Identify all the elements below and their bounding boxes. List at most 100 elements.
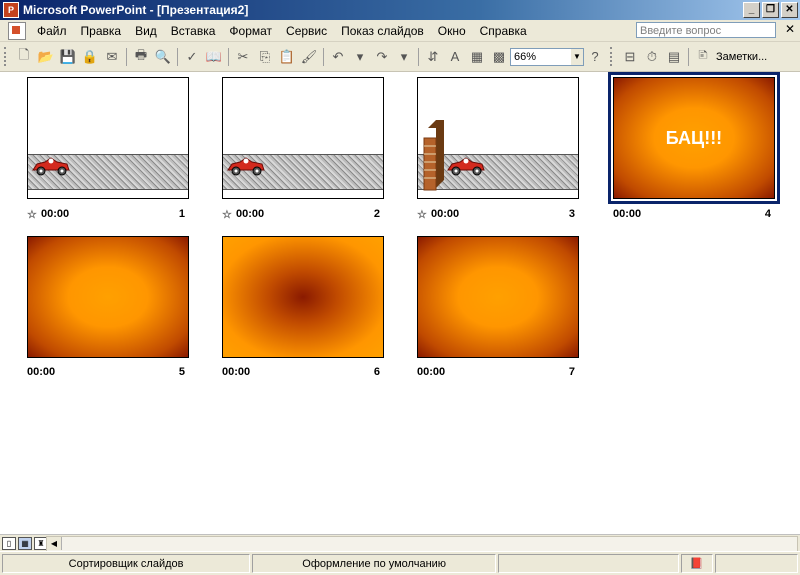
menu-slideshow[interactable]: Показ слайдов (334, 24, 431, 38)
menu-view[interactable]: Вид (128, 24, 164, 38)
restore-button[interactable]: ❐ (762, 2, 779, 18)
rehearse-timings-icon[interactable]: ⏱ (642, 47, 662, 67)
car-icon (227, 157, 265, 176)
color-grayscale-icon[interactable]: ▩ (489, 47, 509, 67)
help-icon[interactable]: ? (585, 47, 605, 67)
slide-number: 6 (373, 366, 380, 378)
status-empty (498, 554, 679, 573)
slide-timing: 00:00 (417, 366, 446, 378)
copy-icon[interactable]: ⎘ (255, 47, 275, 67)
permission-icon[interactable]: 🔒 (80, 47, 100, 67)
status-bar: Сортировщик слайдов Оформление по умолча… (0, 551, 800, 575)
hide-slide-icon[interactable]: ⊟ (620, 47, 640, 67)
save-icon[interactable]: 💾 (58, 47, 78, 67)
normal-view-icon[interactable]: ▯ (2, 536, 16, 550)
toolbar-separator (126, 47, 127, 66)
slide-meta: ☆ 00:00 3 (417, 207, 577, 221)
slide-number: 4 (764, 208, 771, 220)
toolbar-grip[interactable] (610, 47, 615, 66)
scroll-left-icon[interactable]: ◀ (47, 537, 62, 550)
powerpoint-app-icon[interactable]: P (3, 2, 19, 18)
view-bar: ▯ ▦ ♜ ◀ (0, 534, 800, 552)
slide-meta: 00:00 7 (417, 365, 577, 379)
slide-thumbnail[interactable] (417, 236, 579, 358)
menu-format[interactable]: Формат (222, 24, 279, 38)
expand-all-icon[interactable]: ⇵ (423, 47, 443, 67)
print-preview-icon[interactable]: 🔍 (153, 47, 173, 67)
window-controls: _ ❐ ✕ (743, 2, 798, 18)
slide-timing: 00:00 (431, 208, 460, 220)
slide-thumbnail[interactable] (222, 77, 384, 199)
chevron-down-icon[interactable]: ▼ (571, 48, 583, 65)
research-icon[interactable]: 📖 (204, 47, 224, 67)
slide-text: БАЦ!!! (665, 128, 723, 148)
slide-thumbnail[interactable] (27, 236, 189, 358)
close-button[interactable]: ✕ (781, 2, 798, 18)
slide-sorter: ☆ 00:00 1 ☆ 00:00 2 ☆ 00:00 3 БАЦ!!! 00:… (0, 72, 800, 534)
undo-dropdown-icon[interactable]: ▾ (350, 47, 370, 67)
car-icon (32, 157, 70, 176)
slide-meta: 00:00 6 (222, 365, 382, 379)
show-grid-icon[interactable]: ▦ (467, 47, 487, 67)
toolbar-separator (688, 47, 689, 66)
summary-slide-icon[interactable]: ▤ (664, 47, 684, 67)
spelling-icon[interactable]: ✓ (182, 47, 202, 67)
toolbar-separator (418, 47, 419, 66)
menu-file[interactable]: Файл (30, 24, 74, 38)
menu-help[interactable]: Справка (473, 24, 534, 38)
minimize-button[interactable]: _ (743, 2, 760, 18)
title-bar: P Microsoft PowerPoint - [Презентация2] … (0, 0, 800, 20)
new-document-icon[interactable]: 🗋 (14, 47, 34, 67)
redo-dropdown-icon[interactable]: ▾ (394, 47, 414, 67)
car-icon (447, 157, 485, 176)
horizontal-scrollbar[interactable]: ◀ (46, 536, 798, 552)
ask-question-input[interactable]: Введите вопрос (636, 22, 776, 38)
status-design[interactable]: Оформление по умолчанию (252, 554, 497, 573)
undo-icon[interactable]: ↶ (328, 47, 348, 67)
slide-number: 7 (568, 366, 575, 378)
slide-sorter-view-icon[interactable]: ▦ (18, 536, 32, 550)
slide-number: 3 (568, 208, 575, 220)
slide-number: 2 (373, 208, 380, 220)
slide-thumbnail[interactable] (417, 77, 579, 199)
spelling-status-icon[interactable]: 📕 (680, 554, 713, 573)
slide-thumbnail[interactable] (222, 236, 384, 358)
slide-timing: 00:00 (27, 366, 56, 378)
menu-window[interactable]: Окно (431, 24, 473, 38)
document-icon[interactable] (8, 21, 26, 40)
show-formatting-icon[interactable]: A (445, 47, 465, 67)
toolbar-separator (177, 47, 178, 66)
transition-icon[interactable]: ☆ (27, 208, 39, 221)
slide-meta: 00:00 5 (27, 365, 187, 379)
slide-timing: 00:00 (222, 366, 251, 378)
open-folder-icon[interactable]: 📂 (36, 47, 56, 67)
email-icon[interactable]: ✉ (102, 47, 122, 67)
status-empty (714, 554, 798, 573)
cut-icon[interactable]: ✂ (233, 47, 253, 67)
window-title: Microsoft PowerPoint - [Презентация2] (23, 3, 249, 17)
slide-meta: ☆ 00:00 2 (222, 207, 382, 221)
zoom-select[interactable]: 66% ▼ (510, 47, 584, 66)
redo-icon[interactable]: ↷ (372, 47, 392, 67)
menu-insert[interactable]: Вставка (164, 24, 223, 38)
transition-icon[interactable]: ☆ (417, 208, 429, 221)
notes-icon[interactable]: 🗈 (693, 47, 713, 67)
toolbar-grip[interactable] (4, 47, 9, 66)
standard-toolbar: 🗋 📂 💾 🔒 ✉ 🖶 🔍 ✓ 📖 ✂ ⎘ 📋 🖌 ↶ ▾ ↷ ▾ ⇵ A ▦ … (0, 42, 800, 72)
toolbar-separator (323, 47, 324, 66)
status-view: Сортировщик слайдов (2, 554, 251, 573)
print-icon[interactable]: 🖶 (131, 47, 151, 67)
toolbar-separator (228, 47, 229, 66)
menu-edit[interactable]: Правка (74, 24, 129, 38)
notes-button[interactable]: Заметки... (716, 51, 767, 63)
slide-timing: 00:00 (613, 208, 642, 220)
slide-thumbnail-selected[interactable]: БАЦ!!! (608, 72, 780, 204)
format-painter-icon[interactable]: 🖌 (299, 47, 319, 67)
menu-tools[interactable]: Сервис (279, 24, 334, 38)
transition-icon[interactable]: ☆ (222, 208, 234, 221)
slide-number: 5 (178, 366, 185, 378)
document-close-icon[interactable]: ✕ (785, 22, 795, 36)
slide-thumbnail[interactable] (27, 77, 189, 199)
slide-timing: 00:00 (41, 208, 70, 220)
paste-icon[interactable]: 📋 (277, 47, 297, 67)
